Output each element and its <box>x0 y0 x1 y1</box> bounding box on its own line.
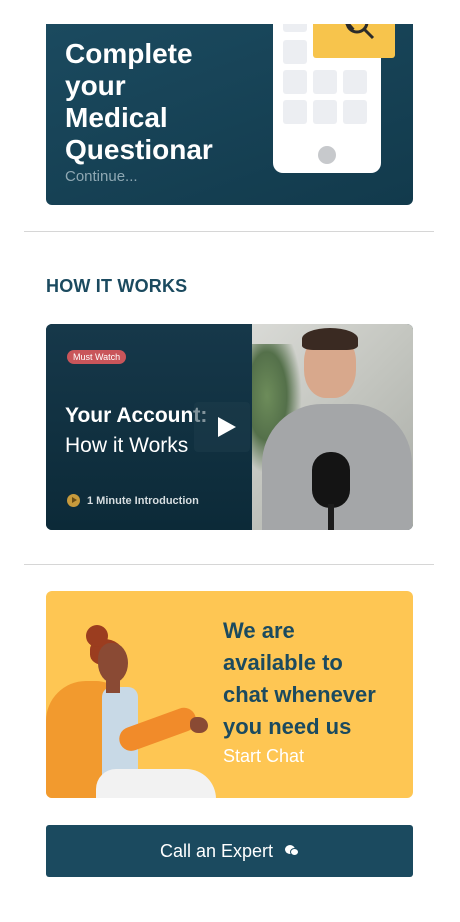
phone-illustration <box>273 24 395 173</box>
divider <box>24 231 434 232</box>
medical-questionnaire-card[interactable]: Complete your Medical Questionar Continu… <box>46 24 413 205</box>
play-icon <box>218 417 236 437</box>
questionnaire-continue-link[interactable]: Continue... <box>65 168 138 185</box>
divider <box>24 564 434 565</box>
presenter-photo <box>252 324 413 530</box>
phone-grid-cell <box>283 70 307 94</box>
video-title-bold: Your Account: <box>65 404 208 427</box>
chat-promo-card[interactable]: We are available to chat whenever you ne… <box>46 591 413 798</box>
illustration-hair-bun <box>86 625 108 647</box>
phone-grid-cell <box>283 40 307 64</box>
video-title-regular: How it Works <box>65 434 189 457</box>
video-card[interactable]: Must Watch Your Account: How it Works 1 … <box>46 324 413 530</box>
chat-promo-title: We are available to chat whenever you ne… <box>223 618 376 739</box>
microphone <box>312 452 350 508</box>
phone-grid-cell <box>343 70 367 94</box>
start-chat-link[interactable]: Start Chat <box>223 746 304 767</box>
illustration-face <box>98 643 128 683</box>
phone-home-button <box>318 146 336 164</box>
illustration-hand <box>190 717 208 733</box>
video-duration: 1 Minute Introduction <box>67 494 199 507</box>
must-watch-badge: Must Watch <box>67 350 127 364</box>
chat-bubbles-icon <box>285 845 300 857</box>
phone-grid-cell <box>283 100 307 124</box>
play-button[interactable] <box>194 402 250 452</box>
microphone-stand <box>328 504 334 530</box>
call-expert-label: Call an Expert <box>159 840 274 861</box>
play-circle-icon <box>67 494 80 507</box>
presenter-hair <box>302 328 358 350</box>
illustration-lap <box>96 769 216 798</box>
section-heading: HOW IT WORKS <box>46 276 188 296</box>
call-expert-button[interactable]: Call an Expert <box>46 825 413 877</box>
video-duration-label: 1 Minute Introduction <box>87 494 199 507</box>
questionnaire-title: Complete your Medical Questionar <box>65 38 213 165</box>
phone-grid-cell <box>313 70 337 94</box>
phone-grid-cell <box>283 24 307 32</box>
phone-grid-cell <box>313 100 337 124</box>
phone-grid-cell <box>343 100 367 124</box>
magnifier-icon <box>313 24 395 58</box>
